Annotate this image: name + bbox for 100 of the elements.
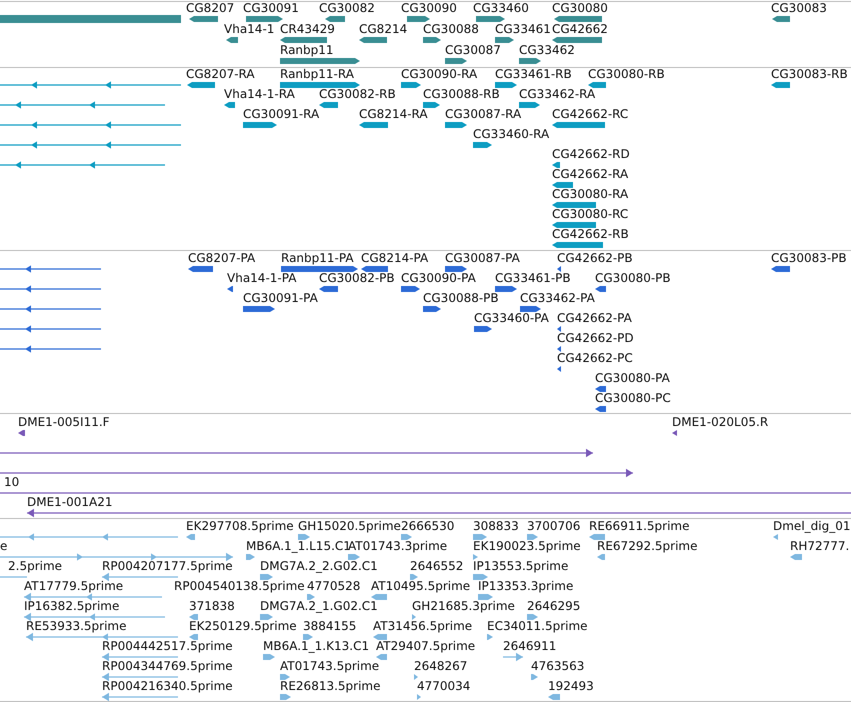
- est-label: RH72777.: [790, 539, 850, 553]
- transcript-label: CG30091-RA: [243, 107, 320, 121]
- est-label: EK250129.5prime: [189, 619, 297, 633]
- est-label: EK297708.5prime: [186, 519, 294, 533]
- protein-label: CG8207-PA: [188, 251, 256, 265]
- est-label: AT31456.5prime: [373, 619, 472, 633]
- gene-label: CG30091: [243, 1, 299, 15]
- est-label: 4763563: [531, 659, 584, 673]
- est-label: 308833: [473, 519, 519, 533]
- est-label: AT01743.3prime: [348, 539, 448, 553]
- gene-label: CG30090: [401, 1, 457, 15]
- gene-label: Ranbp11: [280, 43, 334, 57]
- est-label: RE66911.5prime: [589, 519, 690, 533]
- est-label: RP004344769.5prime: [102, 659, 233, 673]
- gene-label: CG8214: [359, 22, 408, 36]
- clone-label: DME1-020L05.R: [672, 415, 768, 429]
- protein-label: CG30082-PB: [319, 271, 395, 285]
- est-label: RE67292.5prime: [597, 539, 698, 553]
- est-label: AT10495.5prime: [371, 579, 470, 593]
- protein-label: CG30088-PB: [423, 291, 499, 305]
- est-label: 192493: [548, 679, 594, 693]
- transcript-label: CG42662-RA: [552, 167, 628, 181]
- protein-label: CG33460-PA: [474, 311, 549, 325]
- est-label: 3884155: [303, 619, 356, 633]
- protein-label: CG30080-PB: [595, 271, 671, 285]
- gene-label: CG30082: [319, 1, 375, 15]
- gene-label: CG30083: [771, 1, 827, 15]
- gene-label: CG33462: [519, 43, 575, 57]
- est-label: GH21685.3prime: [412, 599, 515, 613]
- transcript-label: CG8207-RA: [186, 67, 255, 81]
- est-label: 371838: [189, 599, 235, 613]
- transcript-label: CG30088-RB: [423, 87, 500, 101]
- est-label: AT01743.5prime: [280, 659, 380, 673]
- protein-label: CG30083-PB: [771, 251, 847, 265]
- protein-label: CG30080-PC: [595, 391, 671, 405]
- gene-label: CG30087: [445, 43, 501, 57]
- clone-label: DME1-001A21: [27, 495, 113, 509]
- est-label: RE53933.5prime: [26, 619, 126, 633]
- transcript-label: Ranbp11-RA: [280, 67, 354, 81]
- est-label: RP004540138.5prime: [174, 579, 305, 593]
- est-label: AT17779.5prime: [24, 579, 124, 593]
- gene-label: CG8207: [186, 1, 234, 15]
- gene-label: CG33461: [495, 22, 551, 36]
- est-label: 2648267: [414, 659, 468, 673]
- est-label: e: [0, 539, 8, 553]
- est-label: RP004207177.5prime: [102, 559, 233, 573]
- est-label: EK190023.5prime: [473, 539, 581, 553]
- est-label: GH15020.5prime: [298, 519, 401, 533]
- gene-label: Vha14-1: [224, 22, 274, 36]
- est-label: 4770034: [417, 679, 470, 693]
- transcript-label: CG30083-RB: [771, 67, 848, 81]
- gene-label: CG42662: [552, 22, 608, 36]
- protein-label: CG33461-PB: [495, 271, 571, 285]
- est-label: MB6A.1_1.L15.C1: [246, 539, 351, 553]
- protein-label: CG33462-PA: [520, 291, 595, 305]
- est-label: 2666530: [401, 519, 454, 533]
- transcript-label: CG33461-RB: [495, 67, 572, 81]
- est-label: 2646552: [410, 559, 464, 573]
- protein-label: Ranbp11-PA: [281, 251, 354, 265]
- transcript-label: CG30080-RB: [588, 67, 665, 81]
- est-label: 2.5prime: [8, 559, 62, 573]
- est-label: 3700706: [527, 519, 580, 533]
- gene-label: CG33460: [473, 1, 529, 15]
- transcript-label: CG33460-RA: [473, 127, 550, 141]
- est-label: 4770528: [307, 579, 360, 593]
- clone-label: 10: [4, 475, 20, 489]
- gene-label: CG30080: [552, 1, 608, 15]
- est-label: RP004442517.5prime: [102, 639, 233, 653]
- transcript-label: CG30082-RB: [319, 87, 396, 101]
- est-label: EC34011.5prime: [487, 619, 588, 633]
- transcript-label: CG8214-RA: [359, 107, 428, 121]
- transcript-label: CG30090-RA: [401, 67, 478, 81]
- protein-label: CG42662-PD: [557, 331, 634, 345]
- protein-label: CG42662-PA: [557, 311, 632, 325]
- est-label: RP004216340.5prime: [102, 679, 233, 693]
- transcript-label: CG42662-RC: [552, 107, 628, 121]
- transcript-label: CG30080-RC: [552, 207, 628, 221]
- est-label: IP16382.5prime: [24, 599, 120, 613]
- est-label: Dmel_dig_01: [773, 519, 850, 533]
- est-label: IP13553.5prime: [473, 559, 568, 573]
- gene-label: CG30088: [423, 22, 479, 36]
- est-label: IP13353.3prime: [478, 579, 574, 593]
- est-label: DMG7A.2_2.G02.C1: [260, 559, 378, 573]
- transcript-label: CG33462-RA: [519, 87, 596, 101]
- transcript-label: CG42662-RB: [552, 227, 629, 241]
- transcript-label: Vha14-1-RA: [224, 87, 295, 101]
- est-label: DMG7A.2_1.G02.C1: [260, 599, 378, 613]
- transcript-label: CG30080-RA: [552, 187, 628, 201]
- protein-label: CG8214-PA: [361, 251, 428, 265]
- protein-label: CG30090-PA: [401, 271, 476, 285]
- protein-label: CG42662-PB: [557, 251, 633, 265]
- transcript-label: CG30087-RA: [445, 107, 522, 121]
- protein-label: Vha14-1-PA: [227, 271, 296, 285]
- protein-label: CG42662-PC: [557, 351, 633, 365]
- clone-label: DME1-005I11.F: [18, 415, 110, 429]
- est-label: MB6A.1_1.K13.C1: [263, 639, 370, 653]
- est-label: 2646295: [527, 599, 580, 613]
- est-label: 2646911: [503, 639, 556, 653]
- est-label: AT29407.5prime: [376, 639, 476, 653]
- est-label: RE26813.5prime: [280, 679, 380, 693]
